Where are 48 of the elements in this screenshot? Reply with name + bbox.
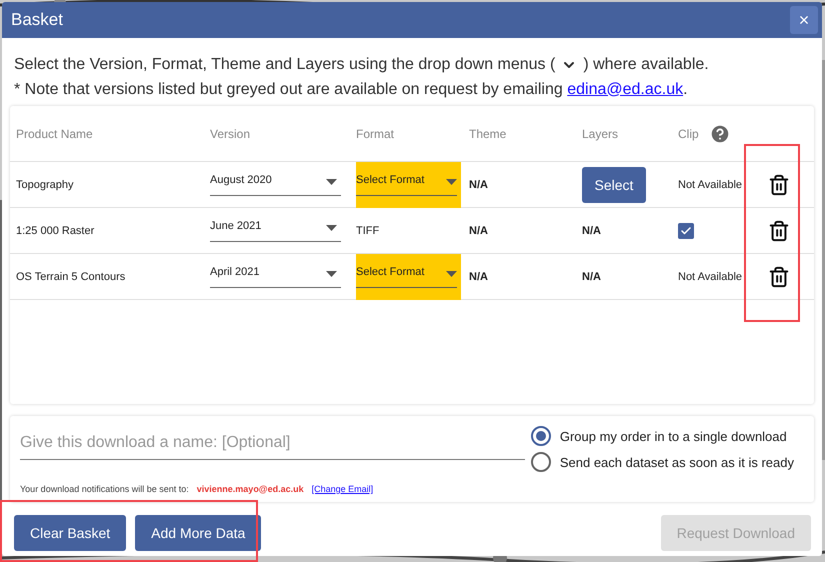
email-link[interactable]: edina@ed.ac.uk <box>567 80 684 98</box>
table-cell: N/A <box>463 254 576 300</box>
checkmark-icon <box>680 224 692 236</box>
version-dropdown[interactable]: August 2020 <box>210 174 341 196</box>
notification-text: Your download notifications will be sent to: <box>20 484 189 494</box>
column-header: Version <box>210 126 250 140</box>
select-button[interactable]: Select <box>582 166 646 202</box>
help-icon[interactable] <box>708 122 731 144</box>
caret-icon <box>446 270 457 276</box>
table-cell: Not Available <box>672 162 748 208</box>
format-dropdown[interactable]: Select Format <box>356 162 461 208</box>
table-cell: N/A <box>576 208 672 254</box>
close-button[interactable]: × <box>790 6 818 34</box>
column-header: Theme <box>469 126 506 140</box>
trash-icon[interactable] <box>768 220 790 242</box>
radio-label: Send each dataset as soon as it is ready <box>560 454 794 470</box>
table-cell: 1:25 000 Raster <box>10 208 204 254</box>
change-email-link[interactable]: [Change Email] <box>312 484 374 494</box>
column-header: Format <box>356 126 394 140</box>
table-cell: OS Terrain 5 Contours <box>10 254 204 300</box>
radio-button[interactable] <box>530 426 551 446</box>
column-header: Product Name <box>16 126 93 140</box>
trash-icon[interactable] <box>768 174 790 196</box>
column-header: Clip <box>678 126 699 140</box>
table-cell: Not Available <box>672 254 748 300</box>
table-cell: Topography <box>10 162 204 208</box>
action-button[interactable]: Clear Basket <box>14 515 126 551</box>
note-text: * Note that versions listed but greyed out are available on request by emailing edina@ed.ac.uk. <box>14 80 688 98</box>
column-header: Layers <box>582 126 618 140</box>
trash-icon[interactable] <box>768 266 790 288</box>
instruction-text: Select the Version, Format, Theme and Layers using the drop down menus ( <box>14 56 556 74</box>
table-cell: N/A <box>463 162 576 208</box>
caret-icon <box>326 224 337 230</box>
format-dropdown[interactable]: Select Format <box>356 254 461 300</box>
table-cell: N/A <box>463 208 576 254</box>
clip-checkbox[interactable] <box>678 222 694 238</box>
version-dropdown[interactable]: June 2021 <box>210 220 341 242</box>
action-button[interactable]: Add More Data <box>135 515 262 551</box>
version-dropdown[interactable]: April 2021 <box>210 266 341 288</box>
notification-email: vivienne.mayo@ed.ac.uk <box>196 484 304 494</box>
table-cell: N/A <box>576 254 672 300</box>
caret-icon <box>326 270 337 276</box>
instruction-text: ) where available. <box>583 56 709 74</box>
radio-label: Group my order in to a single download <box>560 428 787 444</box>
radio-button[interactable] <box>530 452 551 472</box>
dialog-title: Basket <box>11 10 63 30</box>
caret-icon <box>326 178 337 184</box>
caret-icon <box>446 178 457 184</box>
